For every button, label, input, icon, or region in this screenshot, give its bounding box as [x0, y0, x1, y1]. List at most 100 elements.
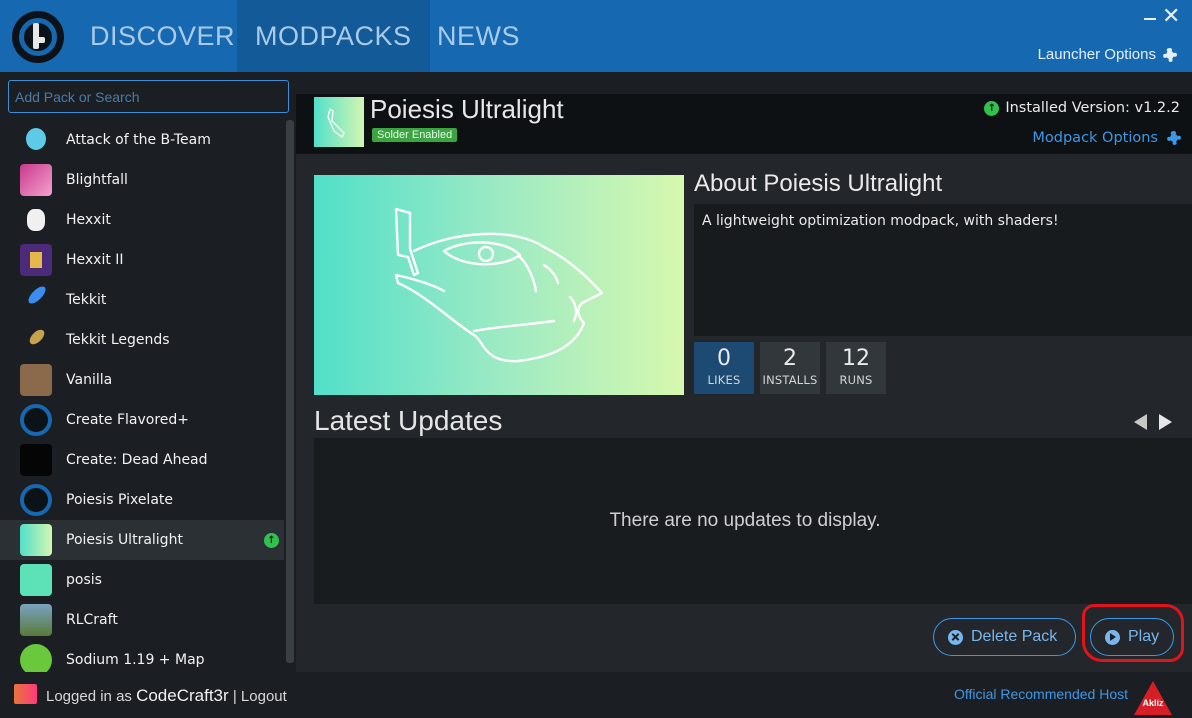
- avatar: [14, 684, 37, 704]
- installs-count: 2: [783, 346, 797, 371]
- runs-label: RUNS: [839, 373, 873, 387]
- modpack-title: Poiesis Ultralight: [370, 94, 564, 124]
- runs-stat: 12 RUNS: [826, 342, 886, 394]
- delete-pack-button[interactable]: Delete Pack: [933, 618, 1076, 656]
- login-status: Logged in as CodeCraft3r | Logout: [46, 686, 287, 706]
- installed-version-label: Installed Version: v1.2.2: [1005, 100, 1180, 116]
- modpack-options-button[interactable]: Modpack Options: [1032, 130, 1182, 146]
- next-arrow-icon[interactable]: [1159, 414, 1172, 430]
- sodium-icon: [20, 644, 52, 672]
- b-team-icon: [20, 124, 52, 156]
- pack-name: Hexxit II: [66, 252, 124, 268]
- previous-arrow-icon[interactable]: [1134, 414, 1147, 430]
- list-item[interactable]: Poiesis Ultralight ↑: [0, 520, 284, 560]
- list-item[interactable]: Blightfall: [0, 160, 284, 200]
- akliz-logo-text: Aklíz: [1142, 698, 1164, 708]
- technic-icon: [20, 404, 52, 436]
- pack-name: Attack of the B-Team: [66, 132, 211, 148]
- tab-modpacks[interactable]: MODPACKS: [237, 0, 430, 72]
- list-item[interactable]: Tekkit: [0, 280, 284, 320]
- vanilla-icon: [20, 364, 52, 396]
- pack-name: Create Flavored+: [66, 412, 190, 428]
- about-title: About Poiesis Ultralight: [694, 170, 943, 197]
- list-item[interactable]: Hexxit II: [0, 240, 284, 280]
- username: CodeCraft3r: [136, 686, 229, 705]
- minimize-icon[interactable]: [1144, 6, 1156, 20]
- top-bar: DISCOVER MODPACKS NEWS ✕ Launcher Option…: [0, 0, 1192, 72]
- modpack-banner-image: [314, 175, 684, 395]
- technic-icon: [20, 484, 52, 516]
- highlight-annotation: [1082, 604, 1184, 662]
- list-item[interactable]: Sodium 1.19 + Map: [0, 640, 284, 672]
- launcher-options-button[interactable]: Launcher Options: [1038, 46, 1178, 63]
- delete-icon: [948, 629, 963, 645]
- installs-label: INSTALLS: [762, 373, 818, 387]
- logout-link[interactable]: Logout: [241, 688, 287, 705]
- modpack-list: Attack of the B-Team Blightfall Hexxit Hexx…: [0, 120, 284, 672]
- no-updates-message: There are no updates to display.: [609, 510, 881, 531]
- updates-panel: There are no updates to display.: [314, 438, 1192, 604]
- launcher-options-label: Launcher Options: [1037, 46, 1156, 63]
- pack-name: Tekkit Legends: [66, 332, 170, 348]
- pack-name: Tekkit: [66, 292, 107, 308]
- update-arrow-icon: ↑: [984, 100, 1000, 116]
- pack-name: Poiesis Pixelate: [66, 492, 174, 508]
- list-item[interactable]: Vanilla: [0, 360, 284, 400]
- modpack-icon: [314, 97, 364, 147]
- solder-badge: Solder Enabled: [372, 128, 458, 142]
- recommended-host-link[interactable]: Official Recommended Host: [954, 686, 1128, 702]
- footer-bar: Logged in as CodeCraft3r | Logout Offici…: [0, 672, 1192, 718]
- tab-discover[interactable]: DISCOVER: [72, 0, 253, 72]
- hexxit-ii-icon: [20, 244, 52, 276]
- pack-name: Create: Dead Ahead: [66, 452, 208, 468]
- modpack-description: A lightweight optimization modpack, with…: [694, 204, 1192, 336]
- list-item[interactable]: Hexxit: [0, 200, 284, 240]
- hexxit-icon: [20, 204, 52, 236]
- pack-name: Vanilla: [66, 372, 113, 388]
- poiesis-ultralight-icon: [20, 524, 52, 556]
- list-item[interactable]: Create Flavored+: [0, 400, 284, 440]
- likes-label: LIKES: [707, 373, 741, 387]
- akliz-logo-icon[interactable]: Aklíz: [1133, 680, 1173, 716]
- pack-name: Blightfall: [66, 172, 128, 188]
- rlcraft-icon: [20, 604, 52, 636]
- likes-stat[interactable]: 0 LIKES: [694, 342, 754, 394]
- tekkit-legends-icon: [20, 324, 52, 356]
- latest-updates-title: Latest Updates: [314, 405, 503, 436]
- dead-ahead-icon: [20, 444, 52, 476]
- blightfall-icon: [20, 164, 52, 196]
- likes-count: 0: [717, 346, 731, 371]
- list-item[interactable]: posis: [0, 560, 284, 600]
- modpack-options-label: Modpack Options: [1032, 130, 1158, 146]
- delete-pack-label: Delete Pack: [971, 628, 1058, 645]
- installs-stat: 2 INSTALLS: [760, 342, 820, 394]
- logged-in-label: Logged in as: [46, 688, 137, 705]
- pack-name: Sodium 1.19 + Map: [66, 652, 205, 668]
- modpack-content: About Poiesis Ultralight A lightweight o…: [296, 154, 1192, 672]
- technic-logo-icon: [12, 11, 64, 63]
- pack-name: Hexxit: [66, 212, 111, 228]
- posis-icon: [20, 564, 52, 596]
- pack-name: posis: [66, 572, 102, 588]
- modpack-sidebar: Attack of the B-Team Blightfall Hexxit Hexx…: [0, 72, 296, 672]
- close-icon[interactable]: ✕: [1162, 6, 1180, 28]
- installed-version: ↑ Installed Version: v1.2.2: [984, 100, 1180, 116]
- list-item[interactable]: Attack of the B-Team: [0, 120, 284, 160]
- gear-icon: [1162, 47, 1178, 63]
- list-item[interactable]: RLCraft: [0, 600, 284, 640]
- tekkit-icon: [20, 283, 52, 316]
- update-available-icon: ↑: [264, 533, 279, 548]
- gear-icon: [1166, 130, 1182, 146]
- modpack-header: Poiesis Ultralight Solder Enabled ↑ Inst…: [296, 94, 1192, 154]
- list-item[interactable]: Tekkit Legends: [0, 320, 284, 360]
- pack-name: RLCraft: [66, 612, 118, 628]
- pack-name: Poiesis Ultralight: [66, 532, 183, 548]
- separator: |: [228, 688, 241, 705]
- list-item[interactable]: Create: Dead Ahead: [0, 440, 284, 480]
- search-input[interactable]: [8, 80, 289, 113]
- sidebar-scrollbar[interactable]: [286, 120, 294, 663]
- list-item[interactable]: Poiesis Pixelate: [0, 480, 284, 520]
- technic-launcher-window: DISCOVER MODPACKS NEWS ✕ Launcher Option…: [0, 0, 1192, 718]
- runs-count: 12: [842, 346, 870, 371]
- tab-news[interactable]: NEWS: [419, 0, 538, 72]
